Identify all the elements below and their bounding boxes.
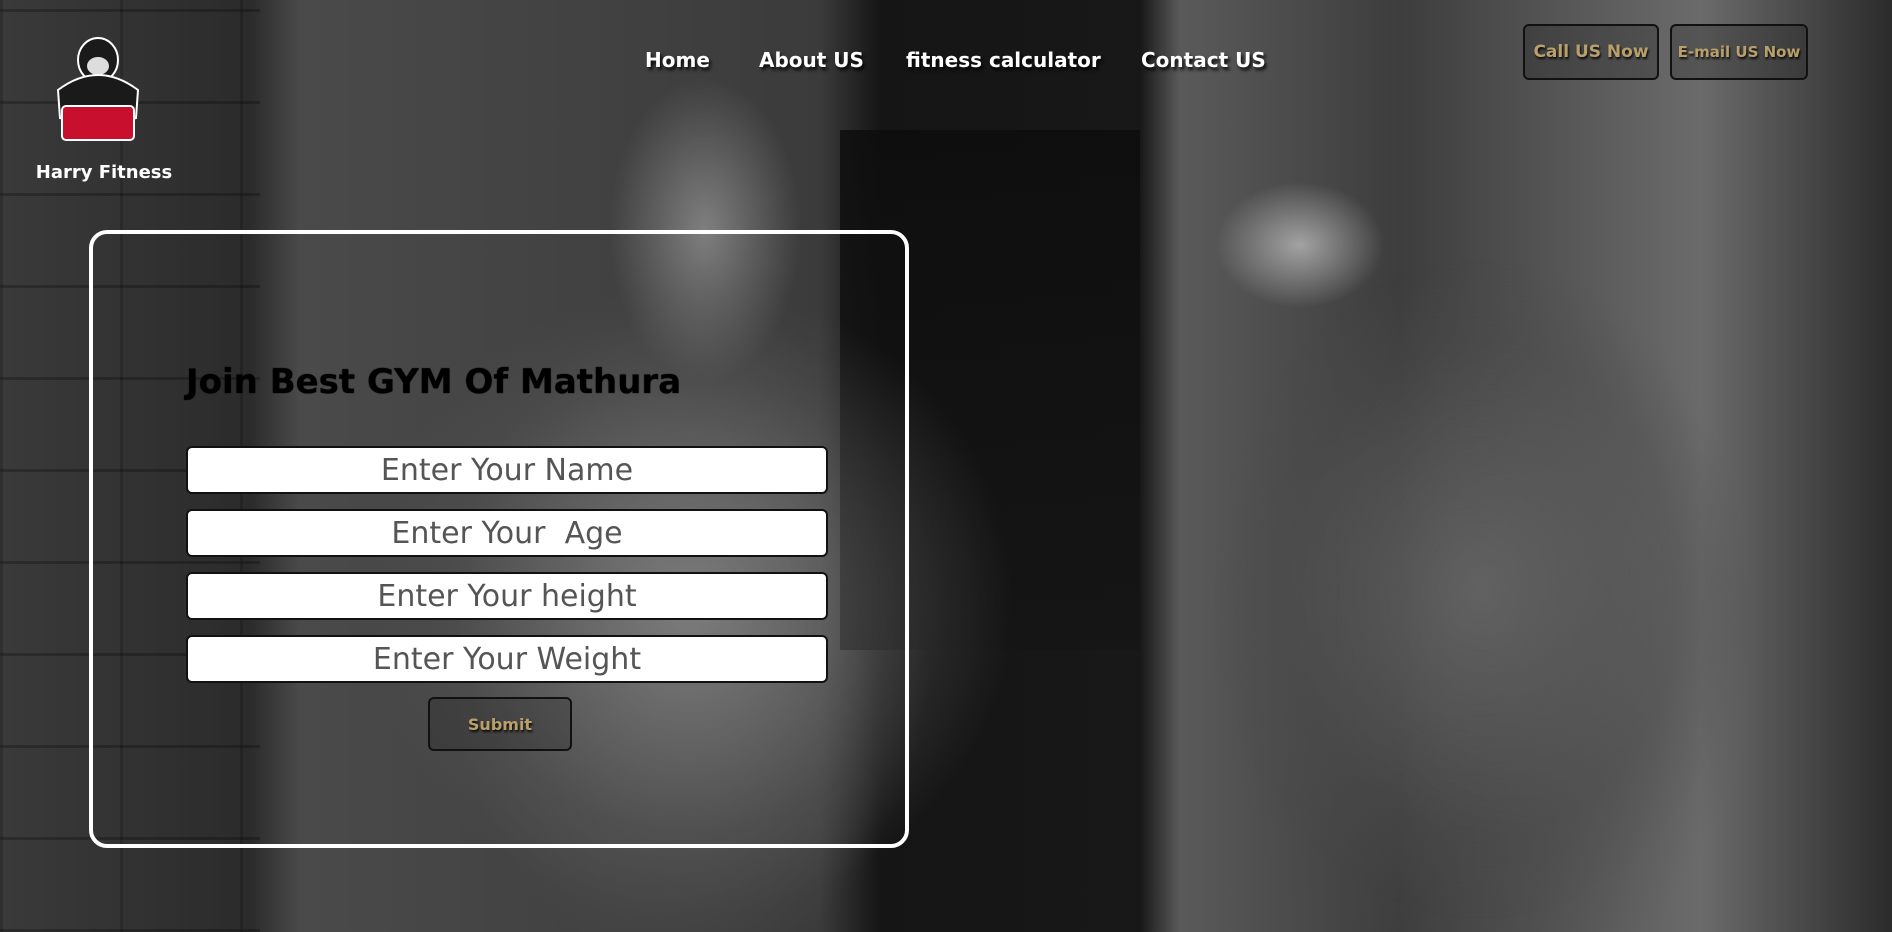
gorilla-logo-icon bbox=[56, 37, 140, 141]
email-us-button[interactable]: E-mail US Now bbox=[1670, 24, 1808, 80]
weight-input[interactable] bbox=[186, 635, 828, 683]
nav-home-link[interactable]: Home bbox=[645, 48, 710, 72]
bodybuilder-back-background bbox=[1120, 110, 1840, 932]
brand-name: Harry Fitness bbox=[35, 162, 173, 183]
form-title: Join Best GYM Of Mathura bbox=[186, 362, 682, 402]
gym-logo[interactable] bbox=[48, 30, 148, 146]
nav-contact-link[interactable]: Contact US bbox=[1141, 48, 1266, 72]
call-us-button[interactable]: Call US Now bbox=[1523, 24, 1659, 80]
name-input[interactable] bbox=[186, 446, 828, 494]
nav-about-link[interactable]: About US bbox=[759, 48, 864, 72]
hero-background: Harry Fitness Home About US fitness calc… bbox=[0, 0, 1892, 932]
submit-button[interactable]: Submit bbox=[428, 697, 572, 751]
height-input[interactable] bbox=[186, 572, 828, 620]
age-input[interactable] bbox=[186, 509, 828, 557]
nav-fitness-calculator-link[interactable]: fitness calculator bbox=[906, 48, 1101, 72]
